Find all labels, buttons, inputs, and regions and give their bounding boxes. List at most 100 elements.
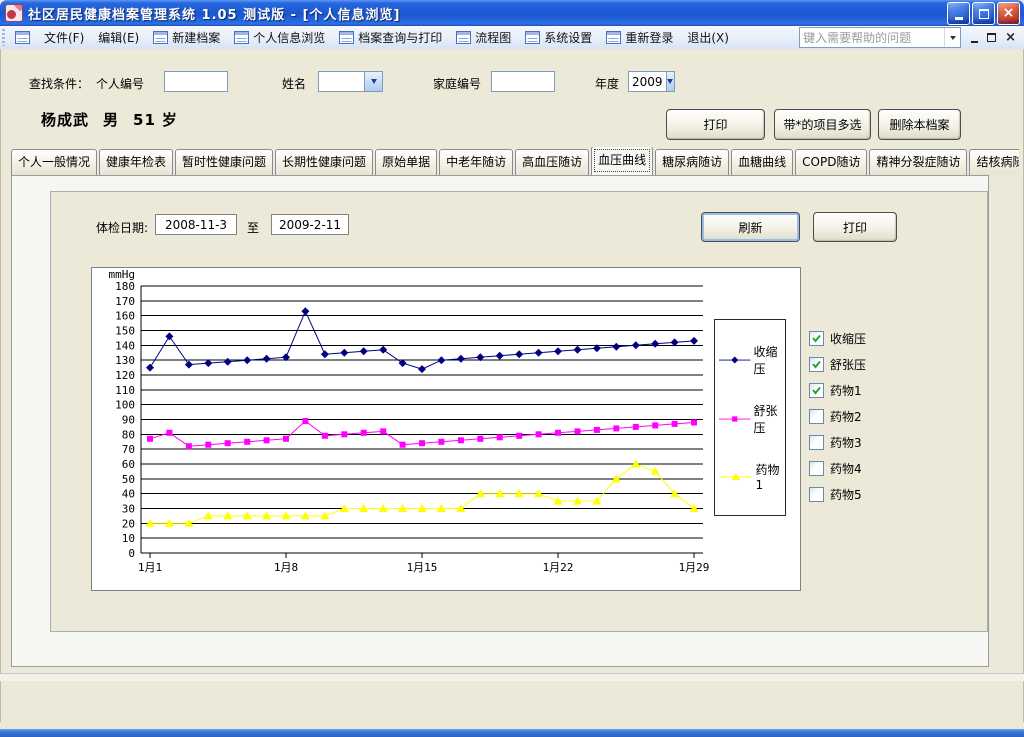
svg-text:10: 10	[122, 532, 135, 545]
tab-6[interactable]: 高血压随访	[515, 149, 589, 175]
form-icon	[153, 31, 168, 44]
svg-text:120: 120	[115, 369, 135, 382]
mdi-close-button[interactable]: ×	[1005, 31, 1016, 44]
legend-item: 收缩压	[715, 343, 785, 377]
legend-item: 药物1	[715, 461, 785, 492]
year-combo-value: 2009	[629, 75, 666, 89]
series-checkbox-0[interactable]: 收缩压	[809, 325, 866, 351]
menu-item[interactable]: 流程图	[449, 27, 518, 48]
chevron-down-icon	[950, 36, 956, 40]
checkbox-box[interactable]	[809, 487, 824, 502]
form-icon	[234, 31, 249, 44]
exam-date-label: 体检日期:	[96, 219, 148, 236]
tab-8[interactable]: 糖尿病随访	[655, 149, 729, 175]
family-id-input[interactable]	[491, 71, 555, 92]
svg-text:150: 150	[115, 325, 135, 338]
chevron-down-icon	[667, 79, 673, 84]
menu-item[interactable]: 重新登录	[599, 27, 680, 48]
date-to-word: 至	[247, 219, 259, 236]
print-button[interactable]: 打印	[666, 109, 765, 140]
tab-12[interactable]: 结核病随访	[969, 149, 1019, 175]
svg-text:mmHg: mmHg	[109, 268, 136, 281]
tab-4[interactable]: 原始单据	[375, 149, 437, 175]
svg-text:110: 110	[115, 384, 135, 397]
series-checkbox-5[interactable]: 药物4	[809, 455, 866, 481]
svg-text:1月22: 1月22	[543, 561, 574, 574]
menu-item[interactable]: 编辑(E)	[91, 27, 146, 48]
menu-item-label: 流程图	[475, 29, 511, 46]
menu-item-label: 退出(X)	[687, 29, 729, 46]
tab-10[interactable]: COPD随访	[795, 149, 867, 175]
menu-items: 文件(F) 编辑(E) 新建档案个人信息浏览档案查询与打印 流程图系统设置重新登录退出…	[8, 27, 736, 48]
tab-7[interactable]: 血压曲线	[591, 147, 653, 175]
toolbar-grip[interactable]	[2, 29, 5, 46]
series-checkbox-4[interactable]: 药物3	[809, 429, 866, 455]
svg-text:100: 100	[115, 399, 135, 412]
name-combo[interactable]	[318, 71, 383, 92]
patient-name: 杨成武	[41, 111, 89, 129]
tab-2[interactable]: 暂时性健康问题	[175, 149, 273, 175]
restore-button[interactable]	[972, 2, 995, 25]
series-checkbox-2[interactable]: 药物1	[809, 377, 866, 403]
tab-11[interactable]: 精神分裂症随访	[869, 149, 967, 175]
checkbox-label: 药物3	[830, 434, 862, 451]
refresh-button[interactable]: 刷新	[701, 212, 800, 242]
menu-item[interactable]: 个人信息浏览	[227, 27, 332, 48]
checkbox-box[interactable]	[809, 331, 824, 346]
svg-text:40: 40	[122, 488, 135, 501]
date-to-input[interactable]	[271, 214, 349, 235]
svg-text:1月15: 1月15	[407, 561, 438, 574]
year-combo-arrow[interactable]	[666, 72, 674, 91]
svg-text:60: 60	[122, 458, 135, 471]
multi-select-button[interactable]: 带*的项目多选	[774, 109, 871, 140]
checkbox-label: 药物5	[830, 486, 862, 503]
menu-item[interactable]: 退出(X)	[680, 27, 736, 48]
mdi-restore-button[interactable]	[987, 33, 996, 42]
checkbox-box[interactable]	[809, 383, 824, 398]
checkbox-box[interactable]	[809, 435, 824, 450]
delete-record-button[interactable]: 删除本档案	[878, 109, 961, 140]
series-checkbox-6[interactable]: 药物5	[809, 481, 866, 507]
menu-item[interactable]: 文件(F)	[37, 27, 91, 48]
tab-9[interactable]: 血糖曲线	[731, 149, 793, 175]
tab-0[interactable]: 个人一般情况	[11, 149, 97, 175]
legend-marker-icon	[719, 472, 753, 482]
series-checkbox-list: 收缩压舒张压药物1药物2 药物3 药物4 药物5	[809, 325, 866, 507]
svg-text:170: 170	[115, 295, 135, 308]
window-bottom-inset	[0, 673, 1024, 681]
menu-item[interactable]: 档案查询与打印	[332, 27, 449, 48]
checkbox-box[interactable]	[809, 461, 824, 476]
series-checkbox-1[interactable]: 舒张压	[809, 351, 866, 377]
panel-print-button[interactable]: 打印	[813, 212, 897, 242]
name-label: 姓名	[282, 75, 306, 92]
help-combo[interactable]	[799, 27, 961, 48]
menu-item[interactable]: 系统设置	[518, 27, 599, 48]
help-input[interactable]	[800, 30, 944, 45]
help-combo-arrow[interactable]	[944, 28, 960, 47]
patient-info: 杨成武男51岁	[41, 109, 192, 130]
checkbox-box[interactable]	[809, 357, 824, 372]
checkbox-label: 舒张压	[830, 356, 866, 373]
patient-gender: 男	[103, 111, 119, 129]
personal-id-input[interactable]	[164, 71, 228, 92]
patient-age: 51	[133, 111, 156, 129]
date-from-input[interactable]	[155, 214, 237, 235]
toolbar-form-button[interactable]	[8, 27, 37, 48]
year-combo[interactable]: 2009	[628, 71, 675, 92]
blood-pressure-chart: 0102030405060708090100110120130140150160…	[92, 268, 800, 590]
tab-5[interactable]: 中老年随访	[439, 149, 513, 175]
svg-text:0: 0	[128, 547, 135, 560]
checkbox-box[interactable]	[809, 409, 824, 424]
chart-panel: 0102030405060708090100110120130140150160…	[91, 267, 801, 591]
tab-3[interactable]: 长期性健康问题	[275, 149, 373, 175]
close-button[interactable]: ×	[997, 2, 1020, 25]
name-combo-arrow[interactable]	[364, 72, 382, 91]
series-checkbox-3[interactable]: 药物2	[809, 403, 866, 429]
tab-1[interactable]: 健康年检表	[99, 149, 173, 175]
menu-item[interactable]: 新建档案	[146, 27, 227, 48]
form-icon	[15, 31, 30, 44]
menu-item-label: 编辑(E)	[98, 29, 139, 46]
mdi-minimize-button[interactable]	[971, 41, 978, 43]
app-icon	[5, 4, 23, 22]
minimize-button[interactable]	[947, 2, 970, 25]
